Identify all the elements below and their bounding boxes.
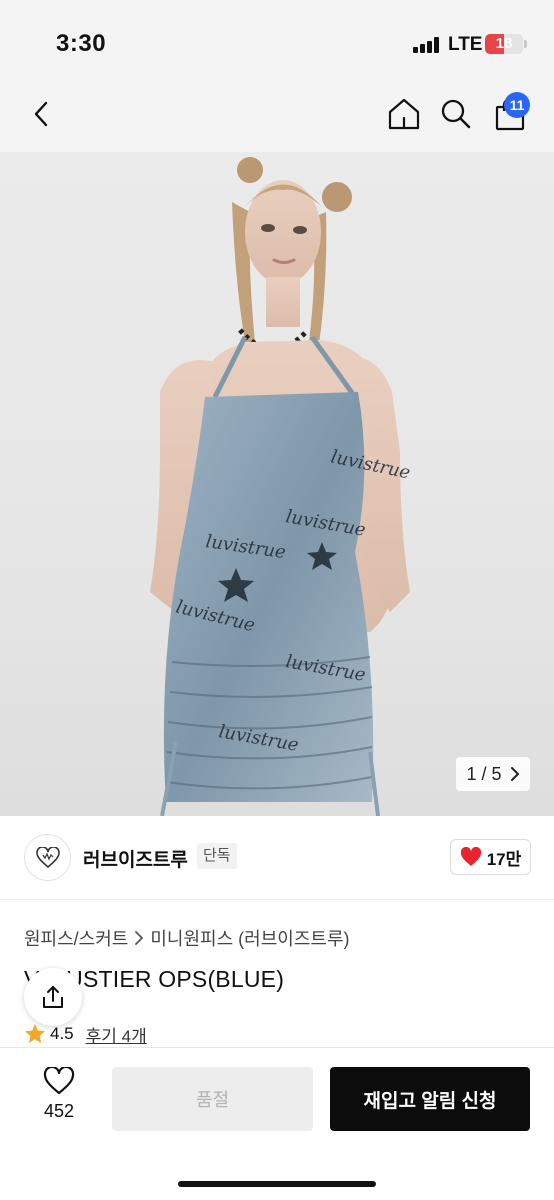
nav-bar	[0, 80, 554, 152]
status-bar: 3:30 LTE 18	[0, 0, 554, 80]
rating-row: 4.5 후기 4개	[24, 1022, 147, 1046]
image-counter-label: 1 / 5	[466, 763, 502, 784]
product-image[interactable]: luvistrue luvistrue luvistrue luvistrue …	[0, 152, 554, 816]
brand-name[interactable]: 러브이즈트루	[83, 845, 188, 872]
brand-like-count: 17만	[486, 849, 522, 869]
breadcrumb: 원피스/스커트 미니원피스 (러브이즈트루)	[24, 925, 350, 951]
signal-icon	[413, 37, 443, 53]
home-icon	[388, 98, 420, 130]
status-time: 3:30	[56, 30, 107, 57]
home-button[interactable]	[382, 92, 426, 136]
battery-icon: 18	[485, 34, 523, 54]
heart-outline-icon	[43, 1067, 75, 1095]
brand-like-button[interactable]: 17만	[450, 839, 531, 875]
wishlist-count: 452	[43, 1101, 75, 1121]
restock-alert-button[interactable]: 재입고 알림 신청	[330, 1067, 530, 1131]
chevron-left-icon	[34, 101, 48, 127]
soldout-button[interactable]: 품절	[112, 1067, 313, 1131]
star-icon	[25, 1024, 45, 1043]
search-icon	[441, 99, 471, 129]
brand-logo[interactable]	[24, 834, 71, 881]
share-icon	[43, 986, 63, 1008]
cart-count-badge: 11	[504, 92, 530, 118]
chevron-right-icon	[510, 767, 519, 781]
search-button[interactable]	[434, 92, 478, 136]
breadcrumb-category[interactable]: 원피스/스커트	[24, 925, 128, 951]
battery-level: 18	[495, 35, 513, 52]
share-button[interactable]	[24, 968, 82, 1026]
review-count-link[interactable]: 후기 4개	[86, 1022, 147, 1047]
breadcrumb-subcategory[interactable]: 미니원피스 (러브이즈트루)	[150, 925, 349, 951]
product-photo: luvistrue luvistrue luvistrue luvistrue …	[150, 157, 412, 816]
heart-logo-icon	[35, 846, 60, 868]
exclusive-badge: 단독	[197, 843, 237, 869]
heart-icon	[460, 847, 481, 866]
network-type: LTE	[448, 34, 483, 55]
image-counter[interactable]: 1 / 5	[456, 757, 530, 791]
chevron-right-icon	[135, 931, 144, 945]
home-indicator	[178, 1181, 376, 1187]
back-button[interactable]	[20, 92, 64, 136]
rating-value: 4.5	[50, 1024, 74, 1043]
brand-row: 러브이즈트루 단독 17만	[0, 816, 554, 900]
wishlist-button[interactable]: 452	[28, 1067, 90, 1133]
